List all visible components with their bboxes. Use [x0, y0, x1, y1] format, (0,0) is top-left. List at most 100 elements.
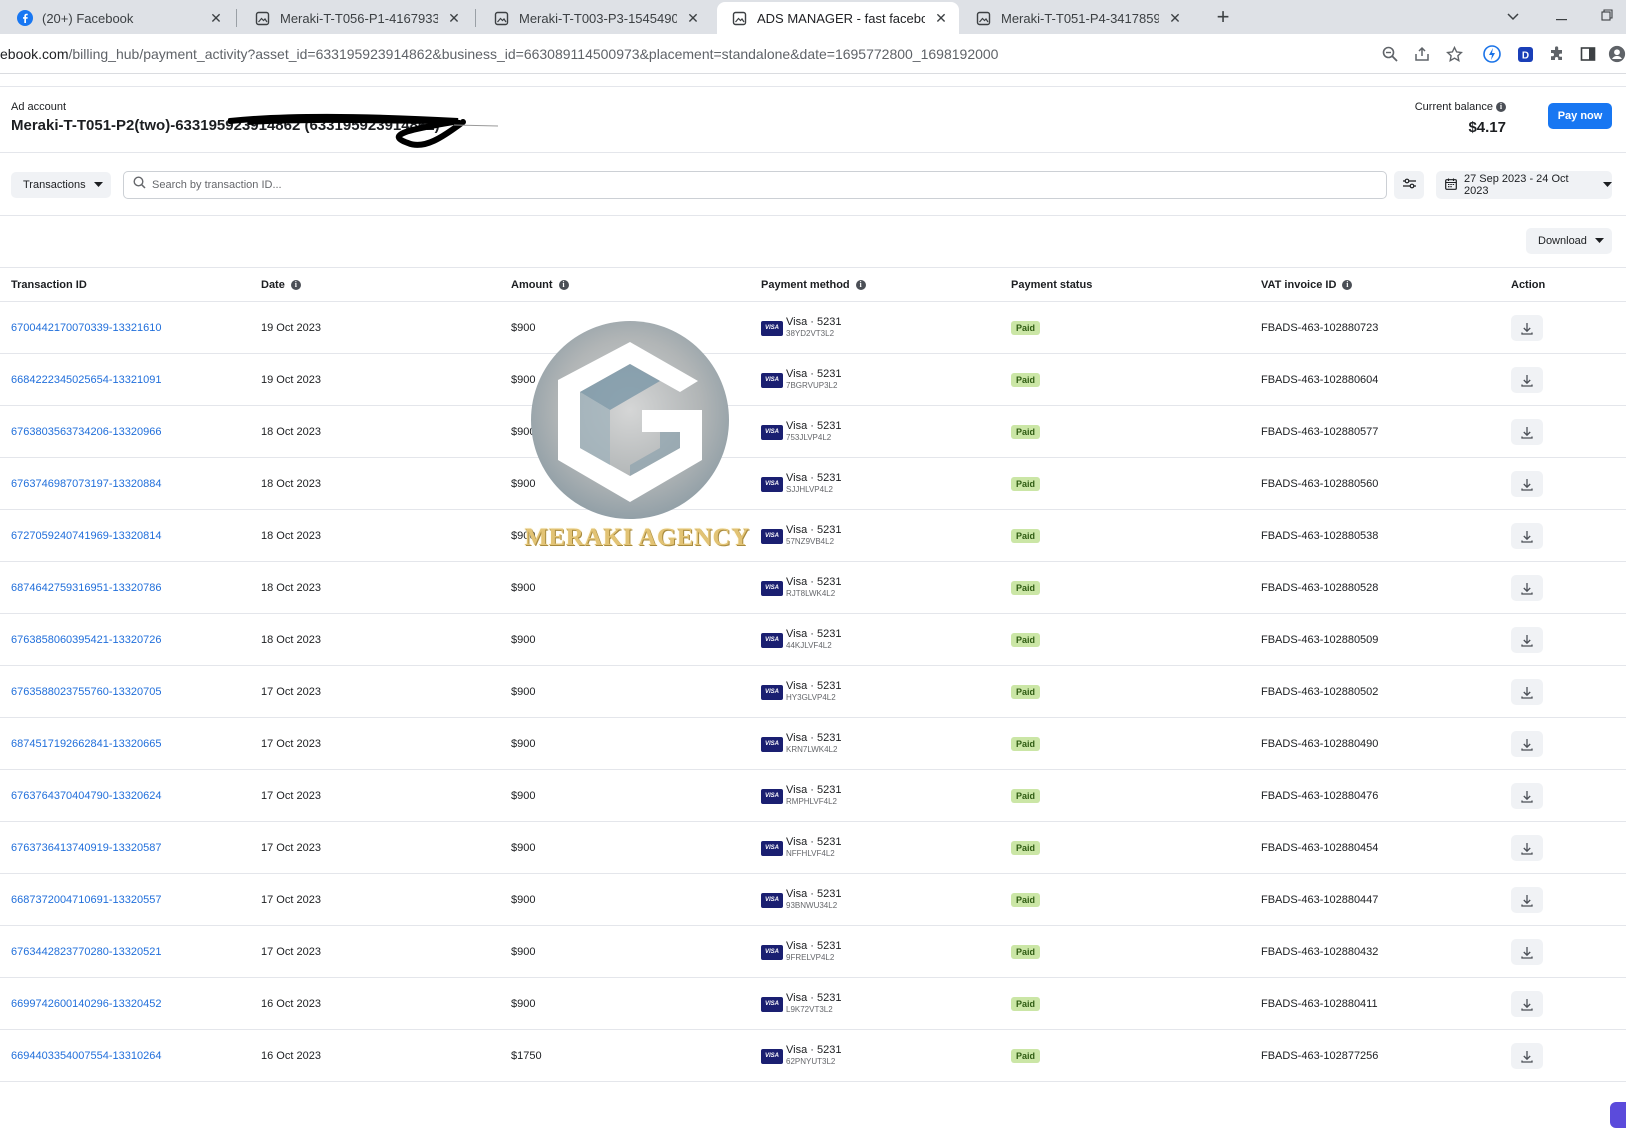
close-icon[interactable]: ✕	[685, 10, 701, 26]
column-header-label: VAT invoice ID	[1261, 279, 1337, 291]
column-header-label: Amount	[511, 279, 553, 291]
download-invoice-button[interactable]	[1511, 419, 1543, 445]
transaction-id-cell: 6694403354007554-13310264	[11, 1030, 162, 1082]
date-cell: 16 Oct 2023	[261, 998, 321, 1010]
browser-tab-meraki-t051[interactable]: Meraki-T-T051-P4-34178591 ID: ✕	[961, 2, 1193, 34]
transaction-id-link[interactable]: 6687372004710691-13320557	[11, 894, 162, 906]
column-header-amount[interactable]: Amount i	[511, 279, 569, 291]
table-row: 6874642759316951-13320786 18 Oct 2023 $900…	[0, 562, 1626, 614]
transaction-id-cell: 6699742600140296-13320452	[11, 978, 162, 1030]
visa-card-icon: VISA	[761, 320, 783, 336]
transaction-id-link[interactable]: 6684222345025654-13321091	[11, 374, 162, 386]
transaction-id-link[interactable]: 6763858060395421-13320726	[11, 634, 162, 646]
url-host: ebook.com	[0, 46, 69, 62]
browser-tab-ads-manager[interactable]: ADS MANAGER - fast facebook | ✕	[717, 2, 959, 34]
payment-status-cell: Paid	[1011, 354, 1041, 406]
column-header-transaction-id[interactable]: Transaction ID	[11, 279, 87, 291]
close-icon[interactable]: ✕	[208, 10, 224, 26]
visa-card-icon: VISA	[761, 528, 783, 544]
transaction-id-link[interactable]: 6763736413740919-13320587	[11, 842, 162, 854]
amount-cell: $900	[511, 946, 536, 958]
info-icon[interactable]: i	[855, 280, 866, 290]
visa-card-icon: VISA	[761, 1048, 783, 1064]
column-header-payment-method[interactable]: Payment method i	[761, 279, 866, 291]
extensions-puzzle-icon[interactable]	[1547, 44, 1567, 64]
download-invoice-button[interactable]	[1511, 991, 1543, 1017]
tab-title: Meraki-T-T003-P3-15454902 ID:	[519, 10, 677, 26]
payment-method-text: Visa · 5231 57NZ9VB4L2	[786, 524, 841, 548]
page-icon	[731, 10, 748, 27]
transaction-id-link[interactable]: 6763442823770280-13320521	[11, 946, 162, 958]
download-invoice-button[interactable]	[1511, 887, 1543, 913]
transaction-id-link[interactable]: 6700442170070339-13321610	[11, 322, 162, 334]
status-badge: Paid	[1011, 893, 1041, 907]
transaction-id-link[interactable]: 6874642759316951-13320786	[11, 582, 162, 594]
download-invoice-button[interactable]	[1511, 679, 1543, 705]
transaction-id-link[interactable]: 6763803563734206-13320966	[11, 426, 162, 438]
profile-avatar-icon[interactable]	[1608, 44, 1626, 64]
download-invoice-button[interactable]	[1511, 627, 1543, 653]
transactions-dropdown[interactable]: Transactions	[11, 172, 111, 198]
download-button[interactable]: Download	[1526, 228, 1612, 254]
date-range-picker[interactable]: 27 Sep 2023 - 24 Oct 2023	[1436, 171, 1612, 199]
extension-bolt-icon[interactable]	[1482, 44, 1502, 64]
download-invoice-button[interactable]	[1511, 523, 1543, 549]
download-invoice-button[interactable]	[1511, 367, 1543, 393]
tab-search-icon[interactable]	[1498, 4, 1528, 28]
table-row: 6684222345025654-13321091 19 Oct 2023 $900…	[0, 354, 1626, 406]
download-invoice-button[interactable]	[1511, 731, 1543, 757]
close-icon[interactable]: ✕	[1167, 10, 1183, 26]
search-input[interactable]	[152, 179, 1352, 191]
download-invoice-button[interactable]	[1511, 471, 1543, 497]
transaction-id-link[interactable]: 6763588023755760-13320705	[11, 686, 162, 698]
svg-text:D: D	[1521, 50, 1528, 61]
transaction-id-link[interactable]: 6699742600140296-13320452	[11, 998, 162, 1010]
download-invoice-button[interactable]	[1511, 783, 1543, 809]
info-icon[interactable]: i	[1342, 280, 1353, 290]
transaction-id-link[interactable]: 6727059240741969-13320814	[11, 530, 162, 542]
transaction-id-link[interactable]: 6694403354007554-13310264	[11, 1050, 162, 1062]
download-invoice-button[interactable]	[1511, 1043, 1543, 1069]
info-icon[interactable]: i	[1496, 102, 1506, 112]
share-icon[interactable]	[1412, 44, 1432, 64]
column-header-payment-status[interactable]: Payment status	[1011, 279, 1092, 291]
new-tab-button[interactable]: +	[1210, 5, 1236, 31]
restore-icon[interactable]	[1592, 4, 1622, 28]
side-panel-icon[interactable]	[1578, 44, 1598, 64]
payment-method-label: Visa · 5231	[786, 1044, 842, 1056]
browser-tab-meraki-t003[interactable]: Meraki-T-T003-P3-15454902 ID: ✕	[479, 2, 711, 34]
browser-tab-meraki-t056[interactable]: Meraki-T-T056-P1-41679337902 ✕	[240, 2, 472, 34]
zoom-icon[interactable]	[1380, 44, 1400, 64]
vat-invoice-id-cell: FBADS-463-102880447	[1261, 894, 1379, 906]
info-icon[interactable]: i	[558, 280, 569, 290]
download-invoice-button[interactable]	[1511, 835, 1543, 861]
chat-button[interactable]	[1610, 1102, 1626, 1128]
transaction-id-link[interactable]: 6763746987073197-13320884	[11, 478, 162, 490]
url-field[interactable]: ebook.com/billing_hub/payment_activity?a…	[0, 34, 998, 74]
download-invoice-button[interactable]	[1511, 939, 1543, 965]
minimize-icon[interactable]	[1546, 4, 1576, 28]
close-icon[interactable]: ✕	[933, 10, 949, 26]
payment-reference: 38YD2VT3L2	[786, 329, 835, 338]
transaction-id-link[interactable]: 6763764370404790-13320624	[11, 790, 162, 802]
download-invoice-button[interactable]	[1511, 575, 1543, 601]
column-header-vat-invoice-id[interactable]: VAT invoice ID i	[1261, 279, 1353, 291]
payment-method-label: Visa · 5231	[786, 680, 842, 692]
pay-now-button[interactable]: Pay now	[1548, 103, 1612, 129]
action-cell	[1511, 614, 1543, 666]
ad-account-label: Ad account	[11, 101, 67, 113]
close-icon[interactable]: ✕	[446, 10, 462, 26]
column-header-date[interactable]: Date i	[261, 279, 301, 291]
payment-method-text: Visa · 5231 44KJLVF4L2	[786, 628, 841, 652]
extension-d-icon[interactable]: D	[1515, 44, 1535, 64]
filter-settings-button[interactable]	[1394, 171, 1424, 199]
info-icon[interactable]: i	[290, 280, 301, 290]
download-invoice-button[interactable]	[1511, 315, 1543, 341]
payment-method-label: Visa · 5231	[786, 576, 842, 588]
date-range-label: 27 Sep 2023 - 24 Oct 2023	[1464, 173, 1569, 197]
table-row: 6763858060395421-13320726 18 Oct 2023 $900…	[0, 614, 1626, 666]
bookmark-star-icon[interactable]	[1444, 44, 1464, 64]
browser-tab-facebook[interactable]: (20+) Facebook ✕	[2, 2, 234, 34]
status-badge: Paid	[1011, 1049, 1041, 1063]
transaction-id-link[interactable]: 6874517192662841-13320665	[11, 738, 162, 750]
